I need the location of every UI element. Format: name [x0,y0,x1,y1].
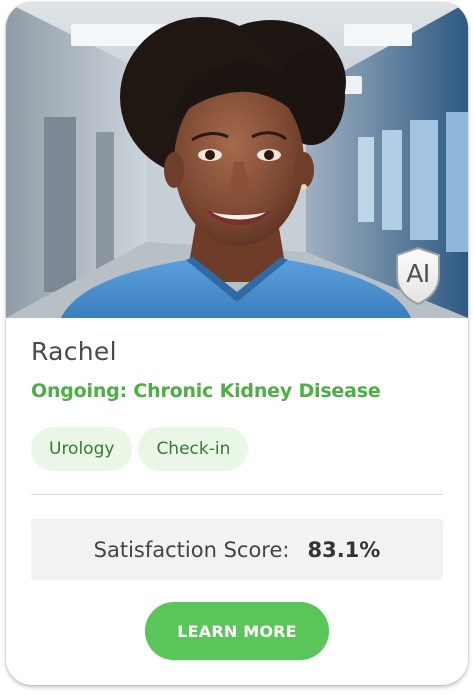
satisfaction-score-value: 83.1% [307,537,381,562]
patient-photo: AI [6,2,468,318]
ai-badge-label: AI [406,259,430,288]
divider [31,494,443,495]
page: AI Rachel Ongoing: Chronic Kidney Diseas… [0,0,474,695]
patient-card: AI Rachel Ongoing: Chronic Kidney Diseas… [6,2,468,685]
patient-name: Rachel [31,337,117,366]
ai-badge: AI [395,246,441,306]
condition-label: Ongoing: Chronic Kidney Disease [31,380,381,402]
tag-list: Urology Check-in [31,427,249,471]
satisfaction-score-panel: Satisfaction Score: 83.1% [31,519,443,580]
tag-check-in: Check-in [138,427,249,471]
tag-urology: Urology [31,427,133,471]
learn-more-button[interactable]: LEARN MORE [145,602,329,660]
satisfaction-score-label: Satisfaction Score: [93,537,290,562]
